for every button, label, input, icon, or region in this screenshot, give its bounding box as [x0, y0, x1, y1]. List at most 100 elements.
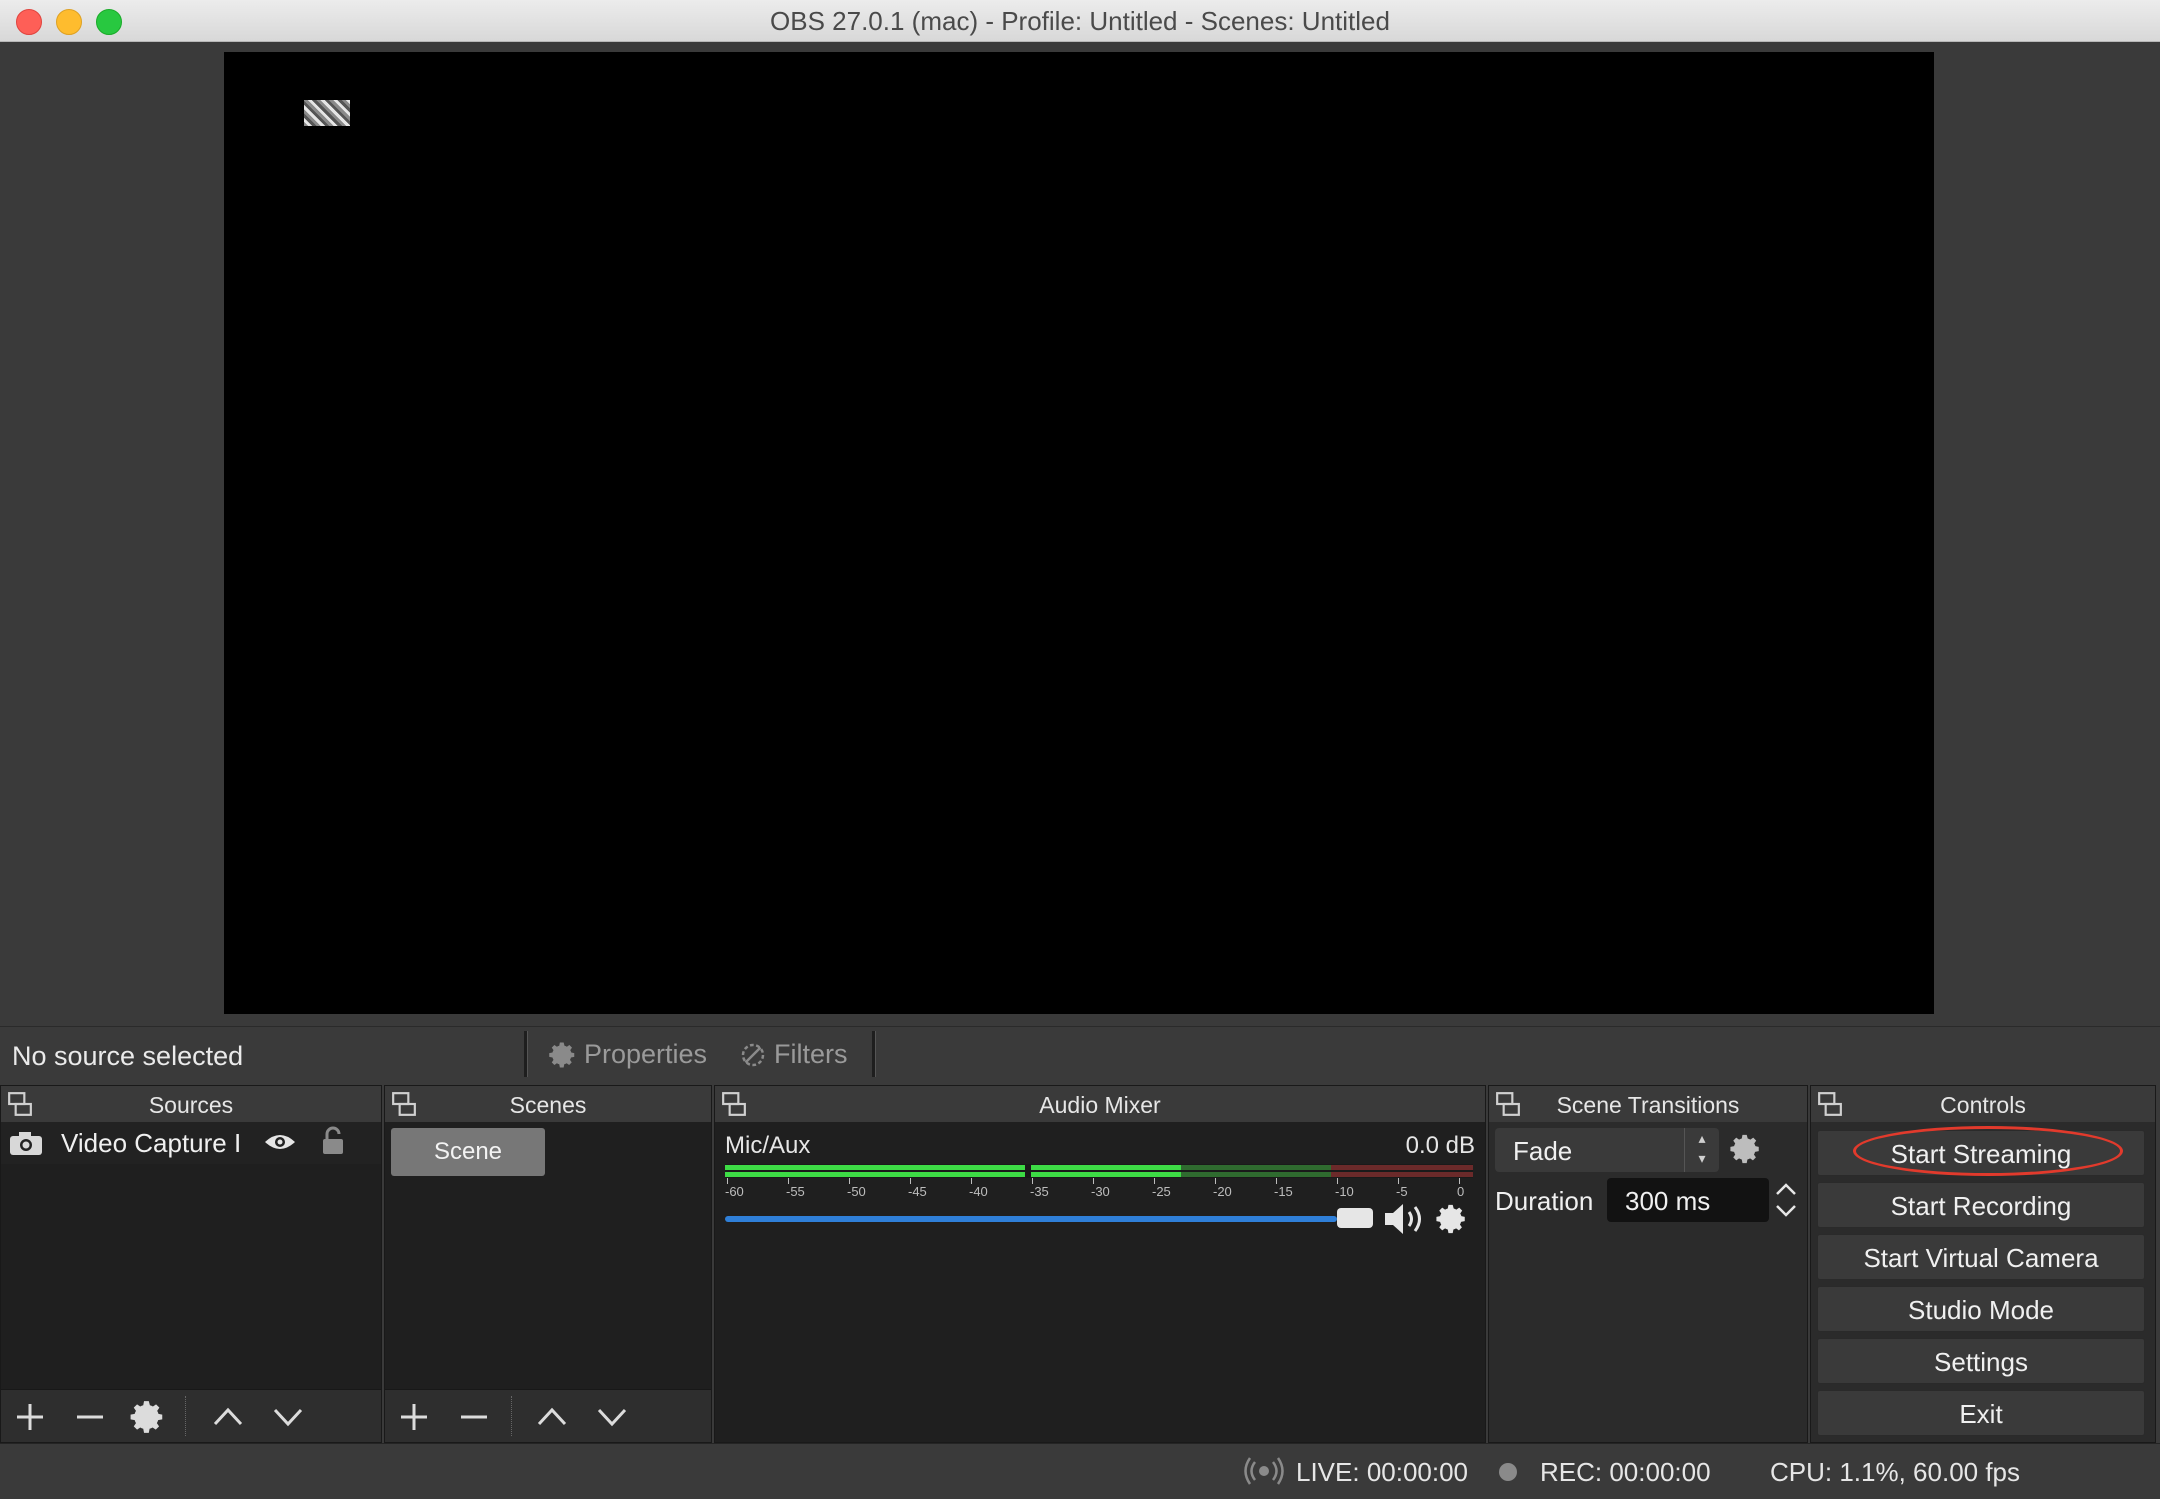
meter-tick-label: -55 — [786, 1184, 805, 1199]
move-up-chevron-icon[interactable] — [533, 1398, 571, 1436]
meter-tick-mark — [1154, 1178, 1155, 1184]
sources-title: Sources — [148, 1092, 234, 1118]
status-bar: LIVE: 00:00:00 REC: 00:00:00 CPU: 1.1%, … — [0, 1443, 2160, 1499]
meter-tick-mark — [1093, 1178, 1094, 1184]
cpu-fps: CPU: 1.1%, 60.00 fps — [1770, 1457, 2021, 1487]
exit-button[interactable]: Exit — [1817, 1390, 2145, 1436]
audio-mixer-body: Mic/Aux 0.0 dB -60 -55 -50 -45 -40 -35 -30 -25-… — [715, 1122, 1485, 1442]
audio-channel-level: 0.0 dB — [1405, 1132, 1475, 1159]
rec-timer: REC: 00:00:00 — [1540, 1457, 1711, 1487]
scene-transitions-title: Scene Transitions — [1556, 1092, 1740, 1118]
meter-tick-label: -60 — [725, 1184, 744, 1199]
move-down-chevron-icon[interactable] — [593, 1398, 631, 1436]
meter-tick-label: -30 — [1091, 1184, 1110, 1199]
meter-tick-mark — [1398, 1178, 1399, 1184]
transition-settings-gear-icon[interactable] — [1729, 1132, 1763, 1166]
meter-tick-mark — [1337, 1178, 1338, 1184]
meter-tick-mark — [849, 1178, 850, 1184]
studio-mode-button[interactable]: Studio Mode — [1817, 1286, 2145, 1332]
duration-label: Duration — [1495, 1186, 1594, 1216]
select-arrows-icon: ▴ ▾ — [1684, 1128, 1719, 1172]
meter-tick-mark — [910, 1178, 911, 1184]
speaker-volume-icon[interactable] — [1383, 1200, 1431, 1238]
start-streaming-button[interactable]: Start Streaming — [1817, 1130, 2145, 1176]
remove-source-button[interactable] — [71, 1398, 109, 1436]
gear-icon — [549, 1042, 575, 1067]
toolbar-separator — [872, 1031, 876, 1077]
settings-button[interactable]: Settings — [1817, 1338, 2145, 1384]
audio-channel-name: Mic/Aux — [725, 1132, 811, 1159]
scene-transitions-body: Fade ▴ ▾ Duration 300 ms — [1489, 1122, 1807, 1442]
toolbar-separator — [524, 1031, 528, 1077]
meter-tick-label: -25 — [1152, 1184, 1171, 1199]
source-item[interactable]: Video Capture I — [1, 1122, 381, 1164]
duration-value: 300 ms — [1625, 1186, 1711, 1216]
unlock-icon[interactable] — [319, 1126, 347, 1156]
scenes-footer — [385, 1389, 711, 1442]
meter-tick-mark — [971, 1178, 972, 1184]
volume-meter — [725, 1164, 1473, 1178]
meter-ticks: -60 -55 -50 -45 -40 -35 -30 -25 -20 -15 -10 -5 0 — [725, 1178, 1473, 1202]
meter-tick-mark — [1459, 1178, 1460, 1184]
source-toolbar: No source selected Properties Filters — [0, 1026, 2160, 1085]
meter-tick-label: -20 — [1213, 1184, 1232, 1199]
transition-select[interactable]: Fade ▴ ▾ — [1495, 1128, 1719, 1172]
preview-canvas[interactable] — [224, 52, 1934, 1014]
filter-icon — [741, 1043, 765, 1066]
meter-tick-mark — [1276, 1178, 1277, 1184]
title-bar: OBS 27.0.1 (mac) - Profile: Untitled - S… — [0, 0, 2160, 42]
controls-dock-header: Controls — [1811, 1086, 2155, 1123]
add-scene-button[interactable] — [395, 1398, 433, 1436]
record-dot-icon — [1499, 1463, 1517, 1481]
eye-icon[interactable] — [263, 1130, 297, 1154]
transition-select-value: Fade — [1513, 1136, 1573, 1166]
duration-stepper-icon[interactable] — [1771, 1178, 1801, 1222]
volume-slider-track[interactable] — [725, 1216, 1337, 1222]
audio-mixer-title: Audio Mixer — [1039, 1092, 1161, 1118]
filters-button[interactable]: Filters — [738, 1039, 848, 1070]
sources-footer — [1, 1389, 381, 1442]
broadcast-icon — [1244, 1457, 1284, 1485]
audio-settings-gear-icon[interactable] — [1435, 1202, 1469, 1236]
footer-separator — [185, 1396, 187, 1436]
live-timer: LIVE: 00:00:00 — [1296, 1457, 1469, 1487]
properties-button[interactable]: Properties — [548, 1039, 707, 1070]
start-recording-button[interactable]: Start Recording — [1817, 1182, 2145, 1228]
meter-tick-label: -5 — [1396, 1184, 1408, 1199]
source-item-name: Video Capture I — [61, 1128, 242, 1158]
controls-dock: Controls Start Streaming Start Recording… — [1810, 1085, 2156, 1443]
preview-area — [0, 42, 2160, 1027]
meter-tick-label: -50 — [847, 1184, 866, 1199]
meter-tick-mark — [1032, 1178, 1033, 1184]
controls-body: Start Streaming Start Recording Start Vi… — [1811, 1122, 2155, 1442]
start-virtual-camera-button[interactable]: Start Virtual Camera — [1817, 1234, 2145, 1280]
footer-separator — [511, 1396, 513, 1436]
camera-icon — [10, 1132, 42, 1155]
source-properties-gear-icon[interactable] — [129, 1398, 167, 1436]
scene-item[interactable]: Scene — [391, 1128, 545, 1176]
scene-transitions-dock: Scene Transitions Fade ▴ ▾ Duration 300 m… — [1488, 1085, 1808, 1443]
move-up-chevron-icon[interactable] — [209, 1398, 247, 1436]
meter-tick-label: 0 — [1457, 1184, 1465, 1199]
filters-label: Filters — [774, 1039, 848, 1069]
move-down-chevron-icon[interactable] — [269, 1398, 307, 1436]
scenes-title: Scenes — [509, 1092, 587, 1118]
audio-mixer-dock-header: Audio Mixer — [715, 1086, 1485, 1123]
meter-tick-mark — [1215, 1178, 1216, 1184]
meter-tick-mark — [788, 1178, 789, 1184]
volume-slider-handle[interactable] — [1337, 1208, 1373, 1228]
remove-scene-button[interactable] — [455, 1398, 493, 1436]
meter-tick-mark — [727, 1178, 728, 1184]
scene-transitions-dock-header: Scene Transitions — [1489, 1086, 1807, 1123]
meter-tick-label: -35 — [1030, 1184, 1049, 1199]
meter-tick-label: -40 — [969, 1184, 988, 1199]
meter-tick-label: -45 — [908, 1184, 927, 1199]
duration-input[interactable]: 300 ms — [1607, 1178, 1769, 1222]
add-source-button[interactable] — [11, 1398, 49, 1436]
sources-dock: Sources Video Capture I — [0, 1085, 382, 1443]
properties-label: Properties — [584, 1039, 708, 1069]
controls-title: Controls — [1940, 1092, 2026, 1118]
scenes-dock-header: Scenes — [385, 1086, 711, 1123]
source-status-label: No source selected — [12, 1041, 244, 1071]
scenes-dock: Scenes Scene — [384, 1085, 712, 1443]
